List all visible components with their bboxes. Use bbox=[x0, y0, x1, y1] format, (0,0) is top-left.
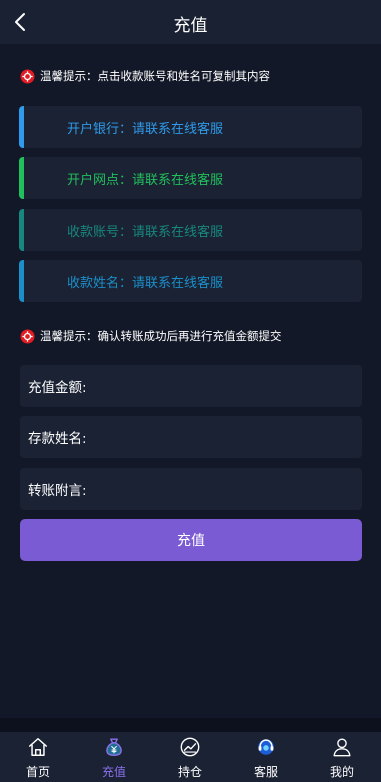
tab-home-label: 首页 bbox=[25, 765, 50, 779]
confirm-tip: 温馨提示：确认转账成功后再进行充值金额提交 bbox=[20, 327, 282, 345]
bank-name-text: 开户银行：请联系在线客服 bbox=[67, 122, 224, 137]
tab-recharge[interactable]: 充值 bbox=[76, 732, 152, 782]
transfer-note-label: 转账附言: bbox=[28, 483, 87, 499]
depositor-name-field: 存款姓名: bbox=[20, 416, 362, 458]
amount-input[interactable] bbox=[86, 367, 354, 405]
account-name-card[interactable]: 收款姓名：请联系在线客服 bbox=[19, 260, 362, 302]
transfer-note-input[interactable] bbox=[86, 470, 354, 508]
card-accent-bar bbox=[19, 260, 24, 302]
tab-home[interactable]: 首页 bbox=[0, 732, 76, 782]
amount-label: 充值金额: bbox=[28, 380, 87, 396]
tab-profile[interactable]: 我的 bbox=[304, 732, 380, 782]
tab-recharge-label: 充值 bbox=[101, 765, 126, 779]
tab-customer-service-label: 客服 bbox=[253, 765, 278, 779]
chart-icon bbox=[180, 737, 200, 757]
submit-recharge-button[interactable]: 充值 bbox=[20, 519, 362, 561]
bottom-tab-bar: 首页 充值 持仓 客服 我的 bbox=[0, 732, 381, 782]
bank-name-card[interactable]: 开户银行：请联系在线客服 bbox=[19, 106, 362, 148]
tab-holdings[interactable]: 持仓 bbox=[152, 732, 228, 782]
depositor-name-label: 存款姓名: bbox=[28, 431, 87, 447]
page-title: 充值 bbox=[173, 16, 208, 36]
alert-icon bbox=[20, 328, 35, 344]
copy-tip: 温馨提示：点击收款账号和姓名可复制其内容 bbox=[20, 67, 270, 85]
bank-branch-card[interactable]: 开户网点：请联系在线客服 bbox=[19, 157, 362, 199]
confirm-tip-text: 温馨提示：确认转账成功后再进行充值金额提交 bbox=[40, 329, 282, 343]
account-name-text: 收款姓名：请联系在线客服 bbox=[67, 276, 224, 291]
depositor-name-input[interactable] bbox=[86, 418, 354, 456]
tab-profile-label: 我的 bbox=[329, 765, 354, 779]
tab-holdings-label: 持仓 bbox=[177, 765, 202, 779]
card-accent-bar bbox=[19, 209, 24, 251]
header-bar: 充值 bbox=[0, 0, 381, 44]
transfer-note-field: 转账附言: bbox=[20, 468, 362, 510]
money-bag-icon bbox=[106, 738, 122, 756]
tabbar-divider bbox=[0, 718, 381, 732]
alert-icon bbox=[20, 68, 35, 84]
home-icon bbox=[29, 738, 47, 756]
account-number-card[interactable]: 收款账号：请联系在线客服 bbox=[19, 209, 362, 251]
card-accent-bar bbox=[19, 157, 24, 199]
copy-tip-text: 温馨提示：点击收款账号和姓名可复制其内容 bbox=[40, 69, 270, 83]
account-number-text: 收款账号：请联系在线客服 bbox=[67, 225, 224, 240]
amount-field: 充值金额: bbox=[20, 365, 362, 407]
customer-service-icon bbox=[258, 739, 274, 755]
card-accent-bar bbox=[19, 106, 24, 148]
recharge-page: 充值 温馨提示：点击收款账号和姓名可复制其内容 开户银行：请联系在线客服 开户网… bbox=[0, 0, 381, 782]
tab-customer-service[interactable]: 客服 bbox=[228, 732, 304, 782]
bank-branch-text: 开户网点：请联系在线客服 bbox=[67, 173, 224, 188]
user-icon bbox=[333, 738, 351, 757]
